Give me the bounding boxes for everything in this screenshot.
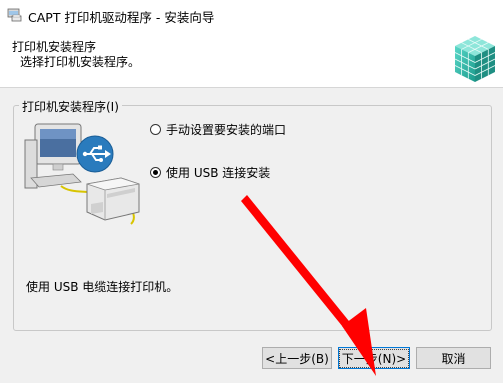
header-subtitle: 选择打印机安装程序。 [20, 55, 141, 69]
wizard-header: 打印机安装程序 选择打印机安装程序。 [0, 29, 503, 88]
canon-cube-logo [454, 36, 496, 82]
window-title: CAPT 打印机驱动程序 - 安装向导 [28, 10, 215, 25]
radio-button-unchecked[interactable] [150, 124, 161, 135]
radio-button-checked[interactable] [150, 167, 161, 178]
title-bar: CAPT 打印机驱动程序 - 安装向导 [0, 0, 503, 29]
wizard-content: 打印机安装程序(I) 手动设置要安装的端口 使用 USB 连接安装 使用 USB… [0, 88, 503, 383]
radio-manual-port[interactable]: 手动设置要安装的端口 [150, 121, 286, 138]
next-button-label: 下一步(N)> [338, 348, 410, 368]
computer-printer-usb-illustration [24, 123, 140, 225]
printer-install-icon [7, 8, 22, 22]
next-button[interactable]: 下一步(N)> [338, 347, 410, 369]
radio-usb-install-label: 使用 USB 连接安装 [166, 166, 271, 180]
radio-manual-port-label: 手动设置要安装的端口 [166, 123, 287, 137]
back-button[interactable]: <上一步(B) [262, 347, 332, 369]
cancel-button[interactable]: 取消 [416, 347, 491, 369]
group-label: 打印机安装程序(I) [19, 98, 122, 115]
radio-usb-install[interactable]: 使用 USB 连接安装 [150, 164, 270, 181]
option-description: 使用 USB 电缆连接打印机。 [26, 280, 179, 294]
